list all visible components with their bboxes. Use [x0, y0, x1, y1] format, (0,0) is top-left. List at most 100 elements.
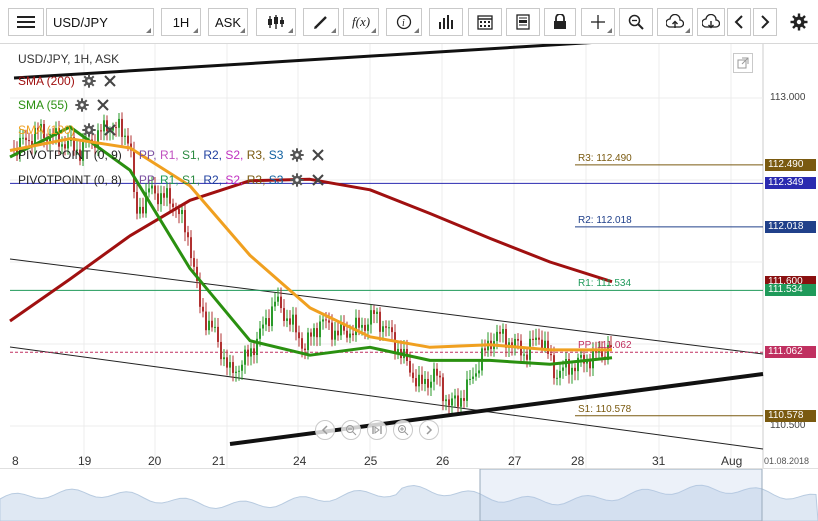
candle-body	[292, 314, 294, 325]
reset-view-button[interactable]	[367, 420, 387, 440]
draw-button[interactable]	[303, 8, 339, 36]
settings-button[interactable]	[786, 8, 812, 36]
price-tag: 112.018	[765, 220, 816, 233]
legend-pivot-9[interactable]: PIVOTPOINT (0, 9) PP, R1, S1, R2, S2, R3…	[18, 148, 325, 162]
pivot-s1-label: S1,	[181, 173, 200, 187]
dropdown-caret-icon	[371, 28, 376, 33]
lock-button[interactable]	[544, 8, 576, 36]
candle-body	[337, 330, 339, 336]
price-side-select[interactable]: ASK	[208, 8, 248, 36]
time-axis-label: 20	[148, 454, 162, 468]
candle-body	[148, 188, 150, 193]
candle-body	[457, 395, 459, 407]
chart-area[interactable]: USD/JPY, 1H, ASK SMA (200) SMA (55) SMA …	[0, 44, 818, 521]
prev-button[interactable]	[727, 8, 751, 36]
candle-body	[283, 308, 285, 321]
close-icon[interactable]	[103, 74, 117, 88]
pivot-s1-label: S1,	[181, 148, 200, 162]
svg-text:i: i	[402, 18, 405, 29]
candle-body	[121, 118, 123, 137]
candle-body	[532, 338, 534, 340]
candle-body	[142, 206, 144, 214]
legend-pivot-8[interactable]: PIVOTPOINT (0, 8) PP, R1, S1, R2, S2, R3…	[18, 173, 325, 187]
navigator-window[interactable]	[479, 469, 763, 521]
pivot-r2-label: R2,	[203, 173, 223, 187]
candle-body	[202, 306, 204, 312]
pivot-r1-label: R1,	[159, 148, 179, 162]
candle-body	[499, 331, 501, 334]
gear-icon[interactable]	[75, 98, 89, 112]
candle-body	[139, 206, 141, 214]
news-button[interactable]	[506, 8, 540, 36]
chart-type-button[interactable]	[256, 8, 296, 36]
calendar-button[interactable]	[468, 8, 502, 36]
candle-body	[184, 210, 186, 233]
candle-body	[478, 370, 480, 374]
candle-body	[217, 326, 219, 342]
gear-icon[interactable]	[82, 123, 96, 137]
gear-icon[interactable]	[290, 173, 305, 187]
download-icon	[702, 14, 720, 29]
navigator-overview[interactable]	[0, 468, 818, 521]
candle-body	[412, 372, 414, 379]
candle-body	[562, 367, 564, 371]
legend-sma-200[interactable]: SMA (200)	[18, 74, 117, 88]
legend-sma-100[interactable]: SMA (100)	[18, 123, 117, 137]
zoom-in-icon	[398, 425, 409, 436]
expand-button[interactable]	[733, 53, 753, 73]
legend-sma-100-label: SMA (100)	[18, 123, 75, 137]
price-chart[interactable]	[0, 44, 818, 520]
candle-body	[421, 374, 423, 384]
candle-body	[424, 378, 426, 384]
zoom-out-button[interactable]	[341, 420, 361, 440]
crosshair-button[interactable]	[581, 8, 615, 36]
candle-body	[199, 280, 201, 307]
close-icon[interactable]	[96, 98, 110, 112]
candle-body	[61, 144, 63, 147]
legend-sma-55[interactable]: SMA (55)	[18, 98, 110, 112]
candle-body	[214, 326, 216, 328]
download-button[interactable]	[697, 8, 725, 36]
info-button[interactable]: i	[386, 8, 422, 36]
gear-icon[interactable]	[82, 74, 96, 88]
candle-body	[358, 317, 360, 328]
timeframe-select[interactable]: 1H	[161, 8, 201, 36]
candle-body	[349, 333, 351, 338]
bars-button[interactable]	[429, 8, 463, 36]
scroll-right-button[interactable]	[419, 420, 439, 440]
candle-body	[469, 378, 471, 380]
candle-body	[415, 378, 417, 387]
candle-body	[316, 328, 318, 338]
candle-body	[382, 326, 384, 332]
close-icon[interactable]	[103, 123, 117, 137]
candle-body	[460, 398, 462, 407]
zoom-in-button[interactable]	[393, 420, 413, 440]
close-icon[interactable]	[311, 148, 325, 162]
candle-body	[430, 381, 432, 388]
candle-body	[289, 318, 291, 325]
function-button[interactable]: f(x)	[343, 8, 379, 36]
candle-body	[574, 367, 576, 372]
upload-button[interactable]	[657, 8, 693, 36]
gear-icon[interactable]	[290, 148, 305, 162]
next-button[interactable]	[753, 8, 777, 36]
candle-body	[385, 326, 387, 328]
pivot-s3-label: S3	[268, 148, 284, 162]
candle-body	[319, 321, 321, 338]
scroll-left-button[interactable]	[315, 420, 335, 440]
end-date-label: 01.08.2018	[764, 456, 810, 466]
symbol-select[interactable]: USD/JPY	[46, 8, 154, 36]
candle-body	[340, 324, 342, 336]
navigation-controls	[315, 420, 439, 440]
candle-body	[559, 370, 561, 378]
menu-button[interactable]	[8, 8, 44, 36]
candle-body	[553, 355, 555, 379]
candle-body	[325, 319, 327, 321]
candle-body	[235, 371, 237, 373]
close-icon[interactable]	[311, 173, 325, 187]
pivot-pp-label: PP,	[138, 173, 157, 187]
candle-body	[580, 355, 582, 358]
zoom-button[interactable]	[619, 8, 653, 36]
pivot-level-label: PP: 111.062	[578, 340, 632, 352]
crosshair-icon	[591, 15, 605, 29]
